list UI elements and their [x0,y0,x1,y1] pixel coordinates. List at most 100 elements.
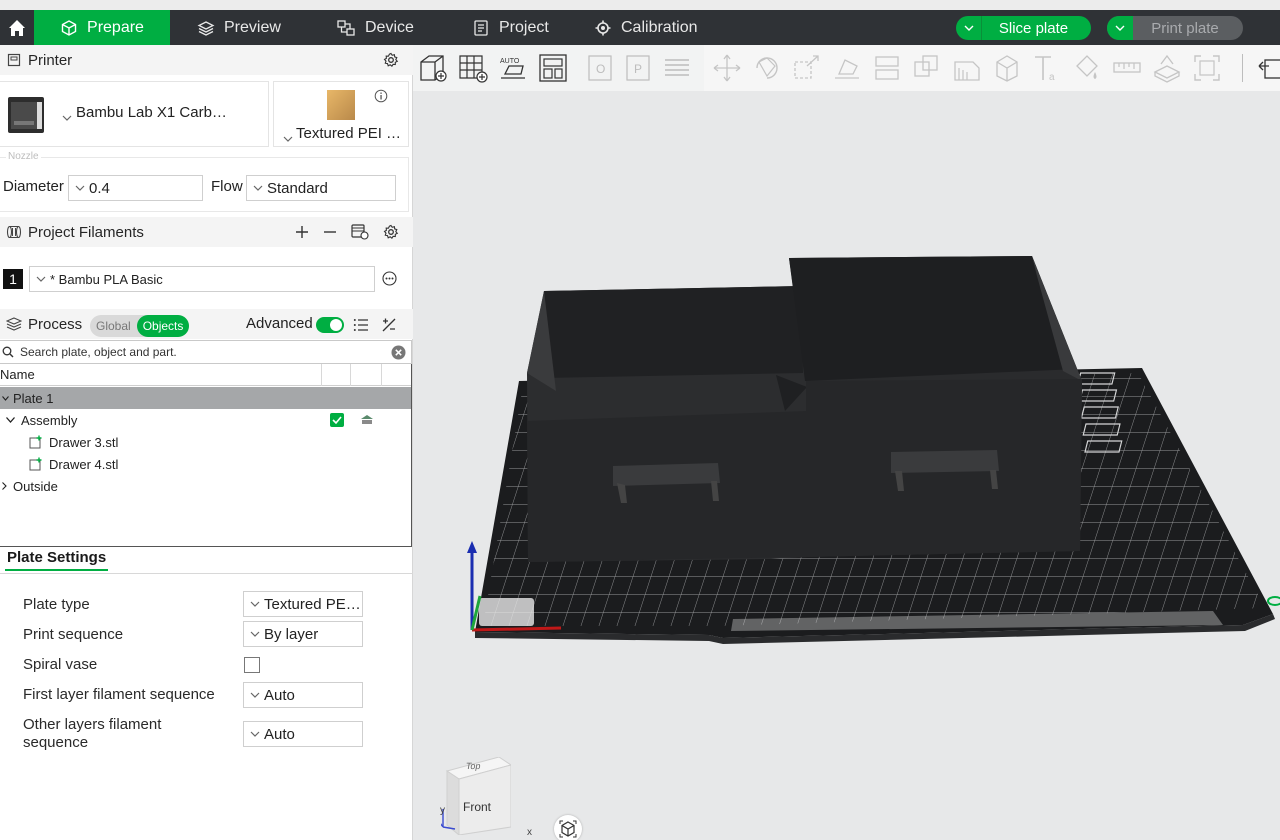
plate-corner-marker [479,598,534,626]
text-tool-icon[interactable]: a [1031,52,1063,84]
tab-preview[interactable]: Preview [197,10,281,45]
scope-objects-option[interactable]: Objects [136,315,190,337]
other-layers-sequence-select[interactable]: Auto [243,721,363,747]
fit-view-icon[interactable] [1191,52,1223,84]
plate-origin-marker [1267,596,1280,606]
visibility-checkbox[interactable] [330,413,344,427]
tree-row-drawer-4[interactable]: Drawer 4.stl [0,453,411,475]
build-scene[interactable] [413,91,1280,840]
first-layer-sequence-value: Auto [264,686,295,704]
toggle-knob [330,319,342,331]
chevron-down-icon[interactable] [62,108,72,124]
clear-search-icon[interactable] [391,345,406,360]
plate-type-selector[interactable]: Textured PEI … [273,81,409,147]
color-paint-icon[interactable] [1071,52,1103,84]
other-layers-sequence-label-cont: sequence [23,734,89,751]
part-icon [29,435,42,449]
view-cube[interactable]: Top Front y x [440,757,532,838]
boolean-icon[interactable] [911,52,943,84]
tab-label: Preview [224,18,281,36]
remove-icon[interactable] [323,225,337,239]
print-plate-label: Print plate [1151,19,1219,37]
sync-filament-icon[interactable] [351,224,369,240]
slice-plate-button[interactable]: Slice plate [956,16,1091,40]
tab-prepare[interactable]: Prepare [34,10,170,45]
home-button[interactable] [0,10,34,45]
tab-calibration[interactable]: Calibration [594,10,697,45]
scope-global-option[interactable]: Global [90,315,137,337]
slice-plate-label: Slice plate [998,19,1069,37]
chevron-down-icon[interactable] [6,417,15,423]
diameter-select[interactable]: 0.4 [68,175,203,201]
process-scope-toggle[interactable]: Global Objects [90,315,190,337]
tree-row-assembly[interactable]: Assembly [0,409,411,431]
split-parts-icon[interactable]: P [623,52,655,84]
plate-settings-tab[interactable]: Plate Settings [5,549,109,571]
tree-row-drawer-3[interactable]: Drawer 3.stl [0,431,411,453]
list-icon[interactable] [353,318,369,332]
flow-select[interactable]: Standard [246,175,396,201]
chevron-down-icon[interactable] [1107,16,1133,40]
arrange-icon[interactable] [537,52,569,84]
chevron-right-icon[interactable] [2,482,7,490]
drawer-4-inner [789,256,1077,381]
tree-row-plate-1[interactable]: Plate 1 [0,387,411,409]
chevron-down-icon[interactable] [956,16,982,40]
assembly-view-icon[interactable] [360,414,374,426]
process-section-header: Process [0,309,413,339]
chevron-down-icon [75,185,85,191]
collapse-sidebar-icon[interactable] [1255,52,1280,84]
seam-paint-icon[interactable] [991,52,1023,84]
support-paint-icon[interactable] [951,52,983,84]
part-icon [29,457,42,471]
auto-orient-icon[interactable]: AUTO [497,52,529,84]
column-name-header: Name [0,367,35,382]
more-options-icon[interactable] [382,271,397,286]
cube-icon [61,19,77,36]
first-layer-sequence-select[interactable]: Auto [243,682,363,708]
layers-editing-icon[interactable] [661,52,693,84]
column-divider [321,364,322,386]
move-icon[interactable] [711,52,743,84]
print-plate-button[interactable]: Print plate [1107,16,1243,40]
rotate-icon[interactable] [751,52,783,84]
add-icon[interactable] [295,225,309,239]
filament-select[interactable]: * Bambu PLA Basic [29,266,375,292]
split-objects-icon[interactable]: O [585,52,617,84]
printer-selector[interactable]: Bambu Lab X1 Carb… [0,81,269,147]
reset-view-button[interactable] [554,815,582,840]
gear-icon[interactable] [383,52,399,68]
compare-presets-icon[interactable] [381,317,397,333]
cut-icon[interactable] [871,52,903,84]
scale-icon[interactable] [791,52,823,84]
tree-row-label: Plate 1 [13,390,54,406]
calibration-icon [595,20,611,35]
tree-row-outside[interactable]: Outside [0,475,411,497]
gear-icon[interactable] [383,224,399,240]
chevron-down-icon[interactable] [2,395,9,401]
add-plate-icon[interactable] [457,52,489,84]
tab-project[interactable]: Project [472,10,549,45]
3d-viewport[interactable]: AUTO O P a Top Front y x [413,45,1280,840]
print-sequence-select[interactable]: By layer [243,621,363,647]
lay-on-face-icon[interactable] [831,52,863,84]
plate-type-value: Textured PE… [264,595,361,613]
spiral-vase-checkbox[interactable] [244,657,260,673]
assembly-icon[interactable] [1151,52,1183,84]
advanced-toggle[interactable] [316,317,344,333]
column-divider [350,364,351,386]
process-section-title: Process [28,315,83,333]
tab-device[interactable]: Device [336,10,414,45]
add-object-icon[interactable] [417,52,449,84]
object-search-input[interactable]: Search plate, object and part. [0,340,412,364]
diameter-value: 0.4 [89,179,110,197]
divider [0,573,413,574]
project-icon [474,19,488,36]
plate-type-select[interactable]: Textured PE… [243,591,363,617]
measure-icon[interactable] [1111,52,1143,84]
plate-name: Textured PEI … [296,125,402,142]
info-icon[interactable] [374,89,388,103]
chevron-down-icon[interactable] [283,129,293,145]
filaments-section-header: Project Filaments [0,217,413,247]
plate-type-label: Plate type [23,596,90,613]
